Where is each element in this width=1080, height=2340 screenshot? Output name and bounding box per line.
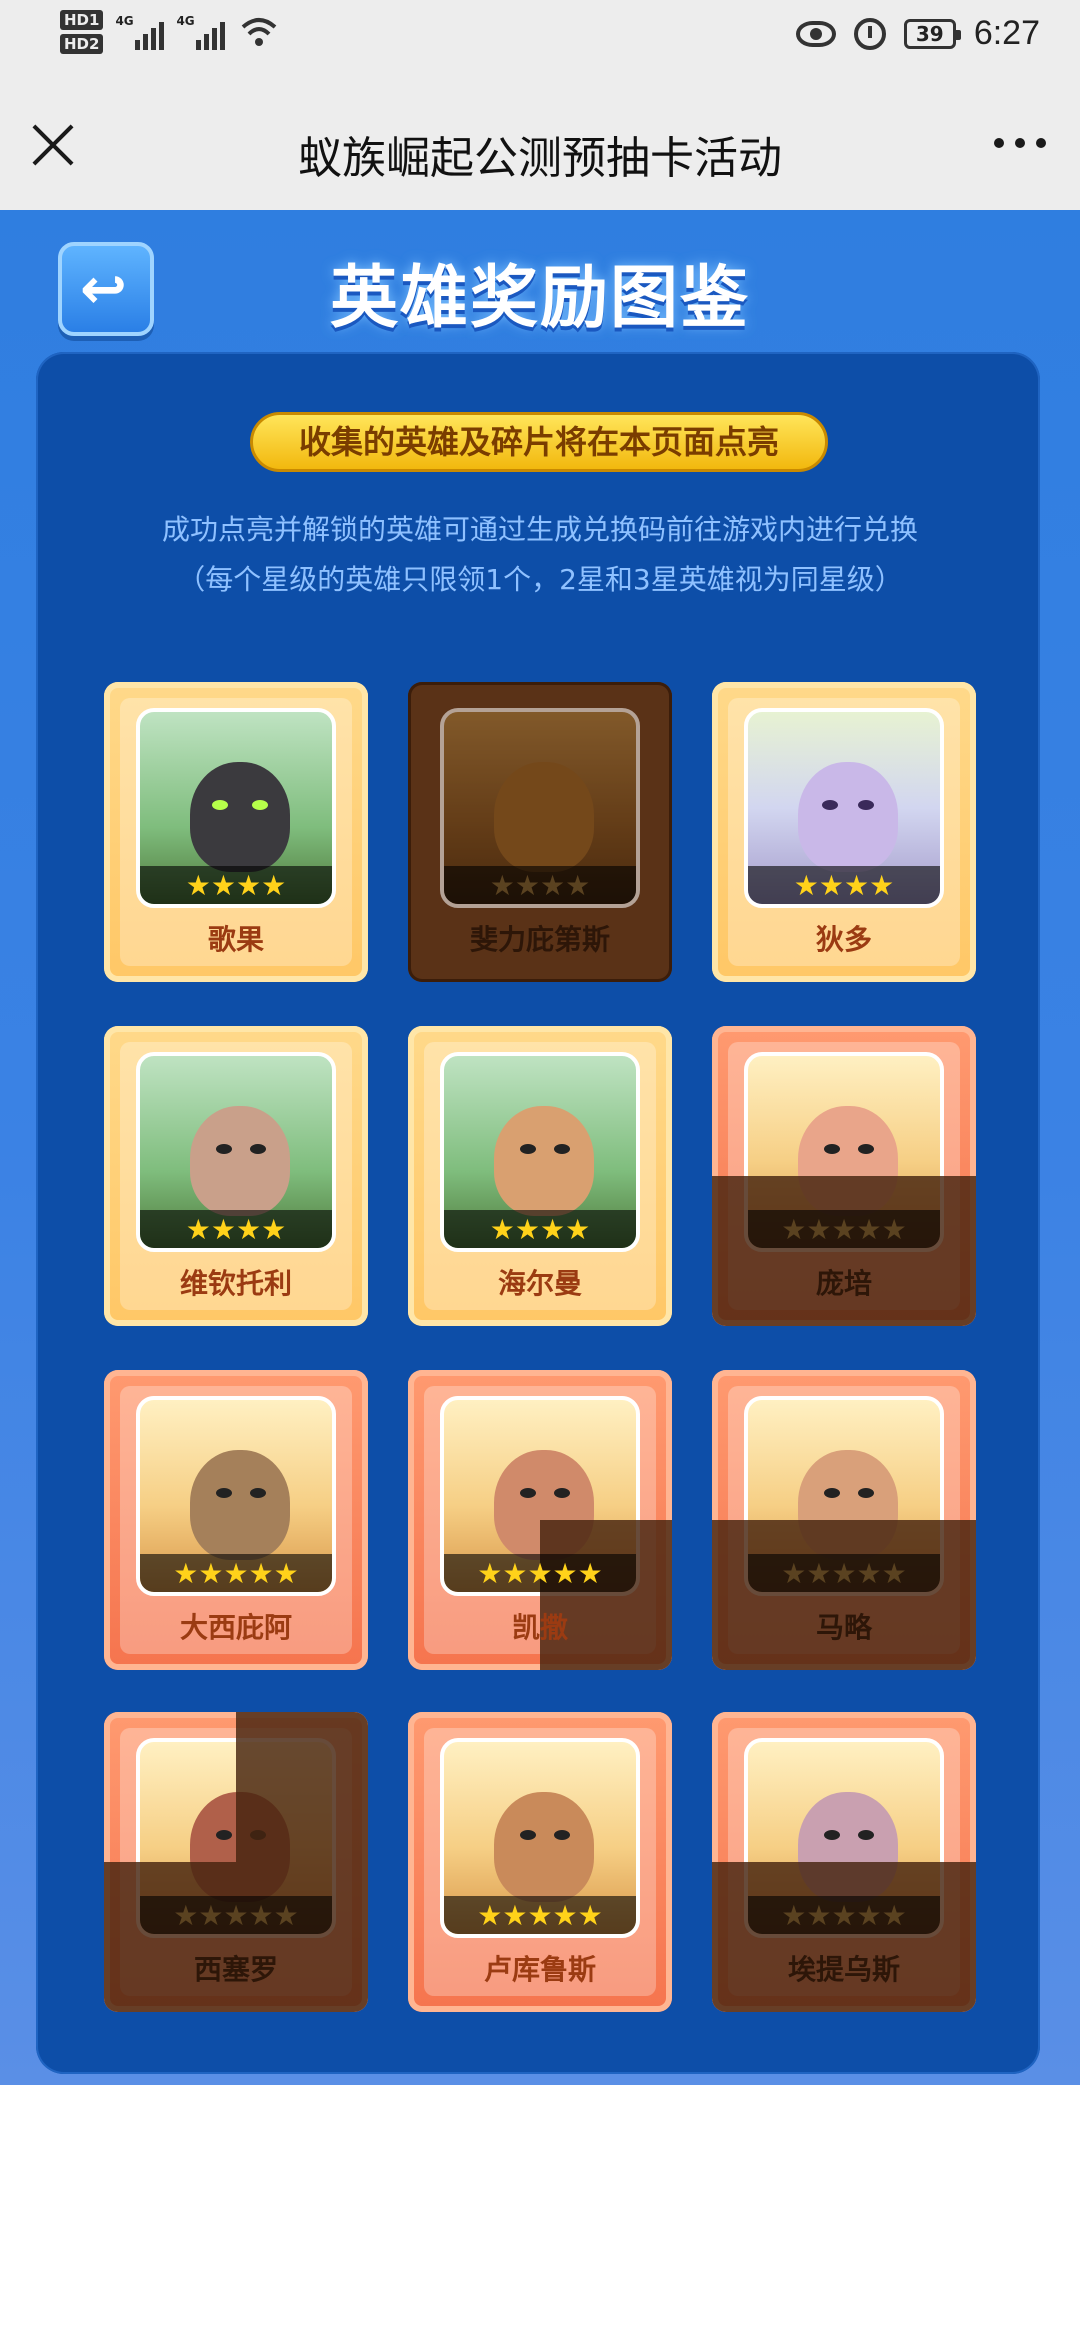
wifi-icon <box>239 15 279 49</box>
star-rating: ★★★★ <box>444 866 636 904</box>
star-rating: ★★★★ <box>140 1210 332 1248</box>
bottom-blank <box>0 2085 1080 2340</box>
hero-card[interactable]: ★★★★★ 马略 <box>712 1370 976 1670</box>
description-text: 成功点亮并解锁的英雄可通过生成兑换码前往游戏内进行兑换（每个星级的英雄只限领1个… <box>161 513 918 596</box>
star-rating: ★★★★★ <box>748 1210 940 1248</box>
heading: 英雄奖励图鉴 <box>329 259 750 338</box>
hero-card[interactable]: ★★★★ 狄多 <box>712 682 976 982</box>
more-icon[interactable] <box>994 138 1046 148</box>
star-rating: ★★★★★ <box>140 1896 332 1934</box>
hero-card[interactable]: ★★★★★ 卢库鲁斯 <box>408 1712 672 2012</box>
hd2-badge: HD2 <box>60 34 104 54</box>
status-right: 39 6:27 <box>795 14 1040 53</box>
hero-card[interactable]: ★★★★★ 埃提乌斯 <box>712 1712 976 2012</box>
hero-card[interactable]: ★★★★ 斐力庇第斯 <box>408 682 672 982</box>
hero-name: 海尔曼 <box>497 1267 582 1300</box>
notice-banner: 收集的英雄及碎片将在本页面点亮 <box>250 412 828 472</box>
hero-card[interactable]: ★★★★★ 大西庇阿 <box>104 1370 368 1670</box>
hero-name: 西塞罗 <box>193 1953 278 1986</box>
clock: 6:27 <box>973 14 1040 52</box>
star-rating: ★★★★★ <box>140 1554 332 1592</box>
status-left: HD1 HD2 4G 4G <box>60 10 279 54</box>
hero-name: 马略 <box>815 1611 872 1644</box>
star-rating: ★★★★★ <box>748 1896 940 1934</box>
star-rating: ★★★★★ <box>444 1896 636 1934</box>
hero-card[interactable]: ★★★★ 歌果 <box>104 682 368 982</box>
signal-icon-1: 4G <box>115 14 165 50</box>
hero-name: 维钦托利 <box>179 1267 292 1300</box>
hero-card[interactable]: ★★★★ 海尔曼 <box>408 1026 672 1326</box>
star-rating: ★★★★★ <box>444 1554 636 1592</box>
hd-indicators: HD1 HD2 <box>60 10 104 54</box>
hero-name: 埃提乌斯 <box>787 1953 900 1986</box>
hero-name: 庞培 <box>815 1267 872 1300</box>
hero-name: 大西庇阿 <box>179 1611 292 1644</box>
battery-icon: 39 <box>903 18 961 49</box>
signal-icon-2: 4G <box>176 14 226 50</box>
hero-card[interactable]: ★★★★★ 西塞罗 <box>104 1712 368 2012</box>
page-title: 蚁族崛起公测预抽卡活动 <box>298 133 782 184</box>
hero-name: 歌果 <box>207 923 264 956</box>
nav-bar: 蚁族崛起公测预抽卡活动 <box>0 80 1080 210</box>
alarm-icon <box>853 17 886 50</box>
star-rating: ★★★★ <box>444 1210 636 1248</box>
hero-card[interactable]: ★★★★★ 凯撒 <box>408 1370 672 1670</box>
hd1-badge: HD1 <box>60 10 104 30</box>
hero-name: 斐力庇第斯 <box>469 923 610 956</box>
star-rating: ★★★★★ <box>748 1554 940 1592</box>
hero-name: 卢库鲁斯 <box>483 1953 596 1986</box>
eye-icon <box>795 20 836 47</box>
hero-name: 狄多 <box>815 923 872 956</box>
star-rating: ★★★★ <box>748 866 940 904</box>
hero-card[interactable]: ★★★★★ 庞培 <box>712 1026 976 1326</box>
hero-card[interactable]: ★★★★ 维钦托利 <box>104 1026 368 1326</box>
star-rating: ★★★★ <box>140 866 332 904</box>
hero-name: 凯撒 <box>511 1611 568 1644</box>
status-bar: HD1 HD2 4G 4G 39 6:27 <box>0 0 1080 80</box>
